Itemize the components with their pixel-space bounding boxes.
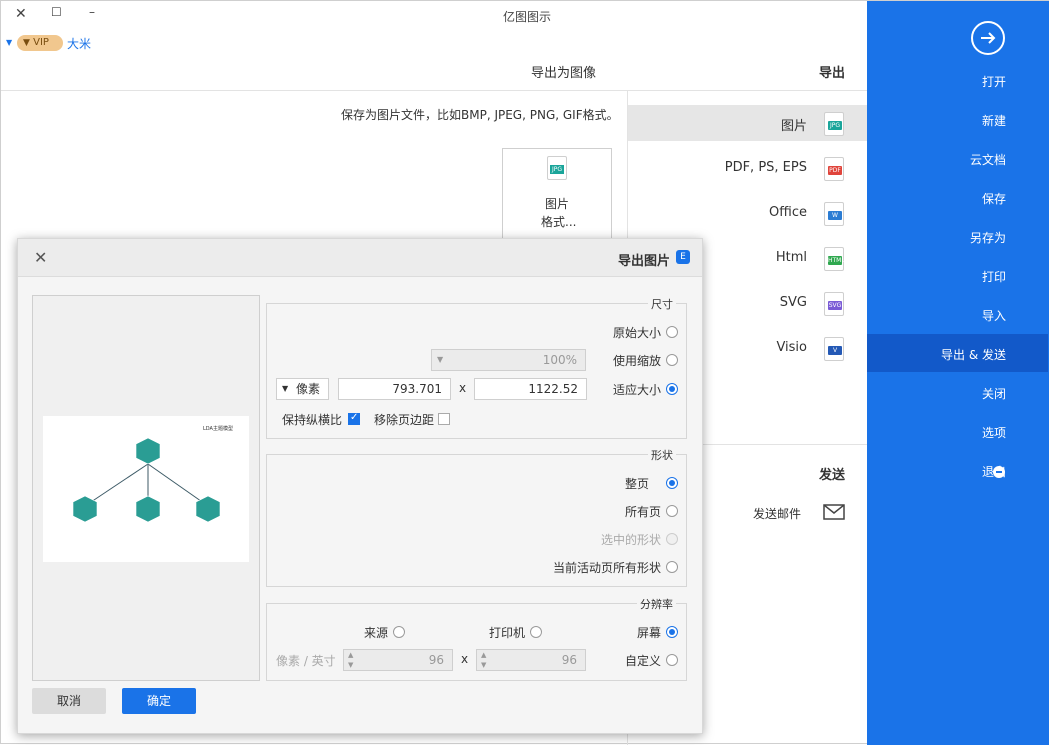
app-logo-icon: E <box>676 250 690 264</box>
shape-group: 形状 整页 所有页 选中的形状 当前活动页所有形状 <box>266 447 687 587</box>
screen-label: 屏幕 <box>637 626 662 640</box>
preview-title: LDA主题模型 <box>203 425 233 432</box>
dpi-unit-label: 像素 / 英寸 <box>276 654 336 668</box>
printer-label: 打印机 <box>489 626 526 640</box>
fit-size-label: 适应大小 <box>613 383 662 397</box>
keep-ratio-label: 保持纵横比 <box>282 413 343 427</box>
screen-radio[interactable] <box>666 626 678 638</box>
size-group: 尺寸 原始大小 ▼ 100% 使用缩放 ▼ 像素 793.701 x 1122.52… <box>266 296 687 439</box>
jpg-file-icon: JPG <box>547 156 567 180</box>
selected-shapes-label: 选中的形状 <box>601 533 662 547</box>
whole-page-label: 整页 <box>625 477 650 491</box>
export-format-pdf[interactable]: PDF PDF, PS, EPS <box>628 150 867 186</box>
remove-margin-label: 移除页边距 <box>374 413 435 427</box>
image-format-tile[interactable]: JPG 图片 格式... <box>502 148 612 248</box>
ok-button[interactable]: 确定 <box>122 688 196 714</box>
visio-file-icon: V <box>824 337 844 361</box>
dpi-x-input[interactable]: ▲ ▼ 96 <box>476 649 586 671</box>
all-pages-radio[interactable] <box>666 505 678 517</box>
fit-size-radio[interactable] <box>666 383 678 395</box>
dialog-close-button[interactable]: ✕ <box>34 248 47 267</box>
send-email-item[interactable]: 发送邮件 <box>701 499 861 527</box>
custom-label: 自定义 <box>625 654 662 668</box>
exit-icon <box>993 466 1005 478</box>
sidebar-item-import[interactable]: 导入 <box>982 306 1006 326</box>
header-divider <box>1 90 867 91</box>
resolution-group: 分辨率 屏幕 打印机 来源 自定义 ▲ ▼ 96 x ▲ ▼ 96 像素 / 英寸 <box>266 596 687 681</box>
remove-margin-checkbox[interactable] <box>438 413 450 425</box>
sidebar-item-export-send[interactable]: 导出 & 发送 <box>941 345 1006 365</box>
sidebar-item-open[interactable]: 打开 <box>982 72 1006 92</box>
current-page-all-label: 当前活动页所有形状 <box>553 561 662 575</box>
original-size-label: 原始大小 <box>613 326 662 340</box>
spinner-icon[interactable]: ▲ ▼ <box>481 650 486 670</box>
dialog-header: ✕ 导出图片 E <box>18 239 702 277</box>
preview-page: LDA主题模型 <box>43 416 249 562</box>
preview-diagram: LDA主题模型 <box>72 425 233 523</box>
check-icon: ✓ <box>350 412 359 423</box>
word-file-icon: W <box>824 202 844 226</box>
svg-file-icon: SVG <box>824 292 844 316</box>
chevron-down-icon: ▼ <box>437 355 444 364</box>
zoom-label: 使用缩放 <box>613 354 662 368</box>
unit-select[interactable]: ▼ 像素 <box>276 378 329 400</box>
app-title: 亿图图示 <box>503 10 552 24</box>
dialog-title: 导出图片 <box>618 254 671 269</box>
source-radio[interactable] <box>393 626 405 638</box>
chevron-down-icon: ▼ <box>282 384 289 393</box>
sidebar-item-print[interactable]: 打印 <box>982 267 1006 287</box>
close-window-button[interactable]: ✕ <box>15 6 27 22</box>
maximize-window-button[interactable]: ☐ <box>51 5 62 19</box>
current-page-all-radio[interactable] <box>666 561 678 573</box>
spinner-icon[interactable]: ▲ ▼ <box>348 650 353 670</box>
arrow-right-icon <box>981 32 996 44</box>
vip-diamond-icon: ▼ <box>23 38 30 48</box>
export-format-office[interactable]: W Office <box>628 195 867 231</box>
mail-icon <box>823 504 845 520</box>
all-pages-label: 所有页 <box>625 505 662 519</box>
export-format-image[interactable]: JPG 图片 <box>628 105 867 141</box>
zoom-radio[interactable] <box>666 354 678 366</box>
selected-shapes-radio[interactable] <box>666 533 678 545</box>
sidebar-item-options[interactable]: 选项 <box>982 423 1006 443</box>
export-description: 保存为图片文件，比如BMP, JPEG, PNG, GIF格式。 <box>341 108 619 122</box>
user-menu-arrow-icon[interactable]: ▼ <box>6 38 12 47</box>
sidebar-item-save[interactable]: 保存 <box>982 189 1006 209</box>
user-name[interactable]: 大米 <box>67 35 91 52</box>
height-input[interactable]: 793.701 <box>338 378 451 400</box>
vip-badge[interactable]: ▼ VIP <box>17 35 63 51</box>
dpi-y-input[interactable]: ▲ ▼ 96 <box>343 649 453 671</box>
sidebar-item-cloud[interactable]: 云文档 <box>970 150 1006 170</box>
app-window: ✕ ☐ – 亿图图示 ▼ ▼ VIP 大米 导出为图像 导出 保存为图片文件，比… <box>0 0 1049 745</box>
pdf-file-icon: PDF <box>824 157 844 181</box>
keep-ratio-checkbox[interactable]: ✓ <box>348 412 360 425</box>
whole-page-radio[interactable] <box>666 477 678 489</box>
sidebar-item-close[interactable]: 关闭 <box>982 384 1006 404</box>
custom-radio[interactable] <box>666 654 678 666</box>
printer-radio[interactable] <box>530 626 542 638</box>
sidebar-item-save-as[interactable]: 另存为 <box>970 228 1006 248</box>
width-input[interactable]: 1122.52 <box>474 378 587 400</box>
dpi-times-label: x <box>461 652 469 666</box>
export-panel-title: 导出 <box>819 66 846 81</box>
export-image-dialog: ✕ 导出图片 E LDA主题模型 尺寸 原始大小 ▼ 100% 使用缩放 ▼ 像… <box>17 238 703 734</box>
send-title: 发送 <box>819 468 846 483</box>
cancel-button[interactable]: 取消 <box>32 688 106 714</box>
minimize-window-button[interactable]: – <box>89 5 95 19</box>
original-size-radio[interactable] <box>666 326 678 338</box>
tile-label-2: 格式... <box>541 215 577 229</box>
back-button[interactable] <box>971 21 1005 55</box>
file-menu-sidebar: 打开 新建 云文档 保存 另存为 打印 导入 导出 & 发送 关闭 选项 退出 <box>867 1 1049 745</box>
html-file-icon: HTML <box>824 247 845 271</box>
preview-pane: LDA主题模型 <box>32 295 260 681</box>
zoom-select[interactable]: ▼ 100% <box>431 349 586 371</box>
export-detail-title: 导出为图像 <box>531 66 597 81</box>
jpg-file-icon: JPG <box>824 112 844 136</box>
sidebar-item-new[interactable]: 新建 <box>982 111 1006 131</box>
source-label: 来源 <box>364 626 389 640</box>
tile-label-1: 图片 <box>545 197 570 211</box>
times-label: x <box>459 381 467 395</box>
